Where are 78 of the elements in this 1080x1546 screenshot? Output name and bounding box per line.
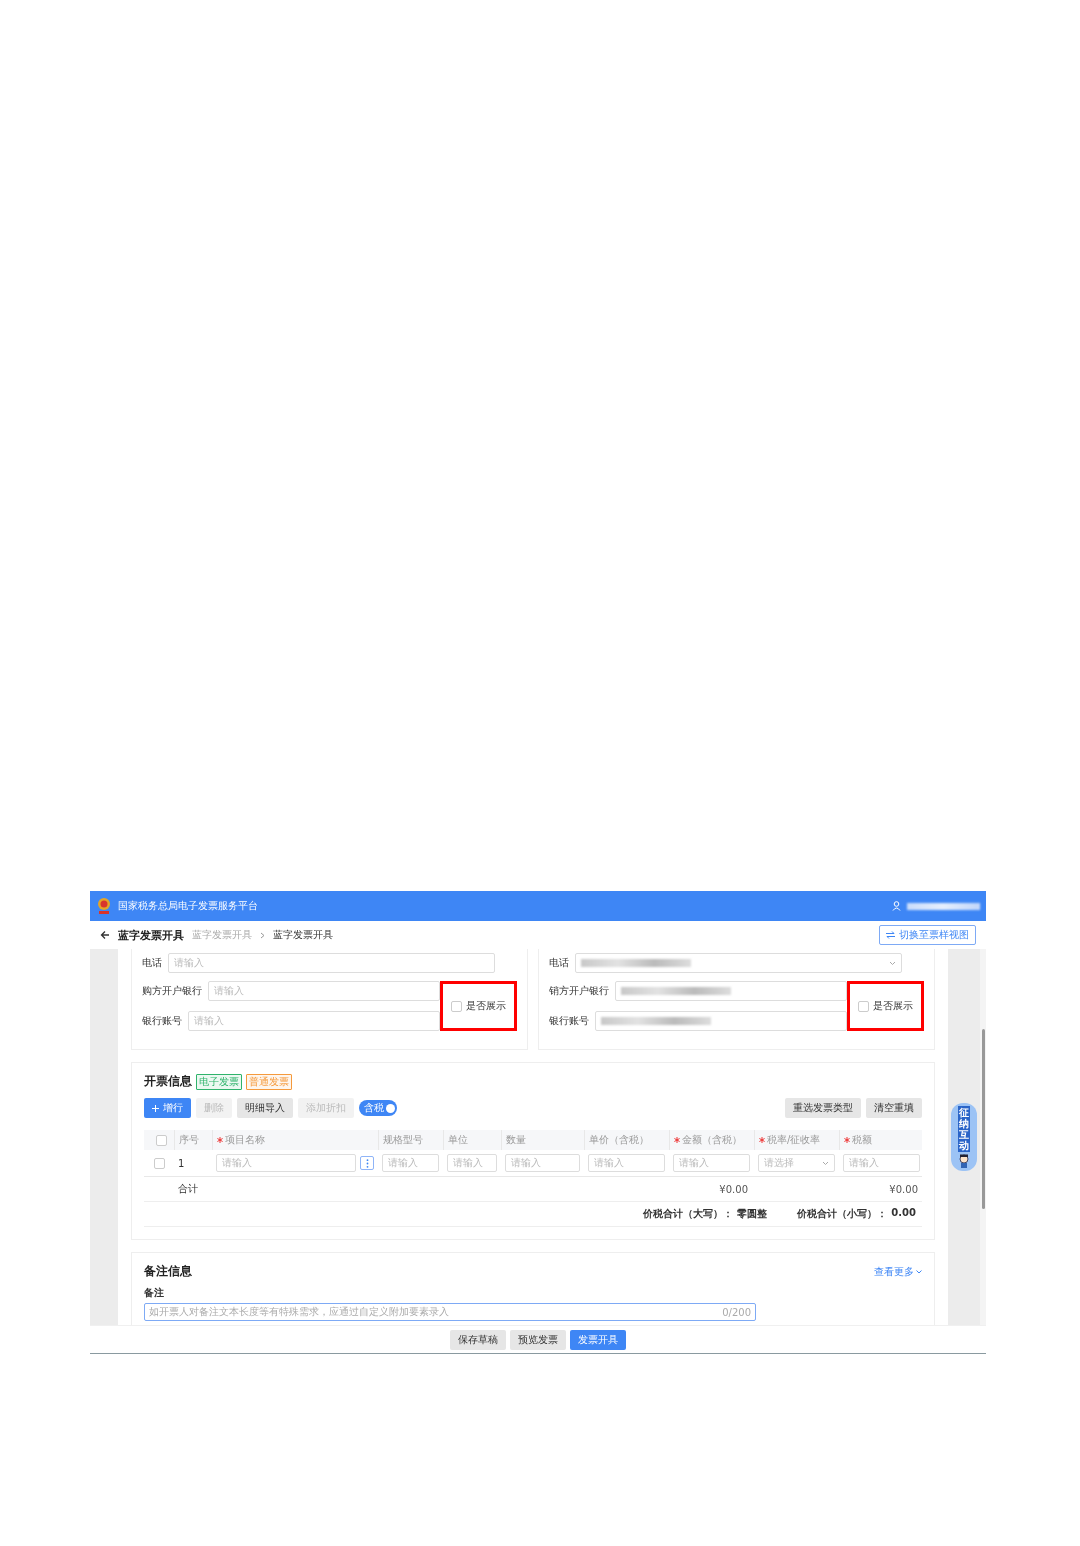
field-label: 电话 [142, 956, 162, 970]
remarks-textarea[interactable]: 如开票人对备注文本长度等有特殊需求，应通过自定义附加要素录入 0/200 [144, 1303, 756, 1321]
assistant-label: 征纳互动 [958, 1106, 970, 1152]
tax-toggle[interactable]: 含税 [359, 1100, 397, 1116]
footer-button[interactable]: 保存草稿 [450, 1329, 506, 1350]
input-field[interactable]: 请输入 [673, 1154, 750, 1172]
scrollbar[interactable] [980, 949, 986, 1325]
checkbox[interactable] [858, 1000, 869, 1012]
column-header: 税额 [852, 1133, 872, 1147]
chevron-down-icon [916, 1269, 922, 1274]
input-field[interactable]: 请输入 [843, 1154, 920, 1172]
input-field[interactable]: 请输入 [382, 1154, 439, 1172]
select-all-checkbox[interactable] [155, 1134, 167, 1146]
total-label: 合计 [178, 1182, 198, 1196]
chevron-down-icon [822, 1160, 829, 1166]
page-title: 蓝字发票开具 [118, 927, 184, 943]
checkbox-label: 是否展示 [466, 999, 506, 1013]
assistant-widget[interactable]: 征纳互动 [951, 1103, 977, 1171]
footer-button[interactable]: 发票开具 [570, 1329, 626, 1350]
platform-title: 国家税务总局电子发票服务平台 [118, 899, 258, 913]
back-arrow-icon [100, 930, 110, 940]
input-field[interactable]: 请输入 [505, 1154, 580, 1172]
toolbar-button[interactable]: 明细导入 [237, 1098, 293, 1118]
column-header: 项目名称 [225, 1133, 265, 1147]
vertical-dots-icon [365, 1158, 369, 1168]
field-label: 银行账号 [549, 1014, 589, 1028]
column-header: 数量 [506, 1133, 526, 1147]
breadcrumb-link[interactable]: 蓝字发票开具 [192, 928, 252, 942]
switch-view-button[interactable]: 切换至票样视图 [879, 925, 976, 945]
column-header: 金额（含税） [682, 1133, 742, 1147]
column-header: 规格型号 [383, 1133, 423, 1147]
input-field[interactable]: 请输入 [188, 1011, 440, 1031]
more-options-button[interactable] [360, 1156, 374, 1170]
input-field[interactable]: 请输入 [208, 981, 440, 1001]
section-title: 备注信息 [144, 1263, 192, 1280]
sum-label: 价税合计（大写）： [643, 1207, 734, 1221]
mascot-icon [959, 1154, 969, 1168]
row-checkbox[interactable] [153, 1157, 165, 1169]
chevron-down-icon [889, 960, 896, 966]
invoice-type-tag: 电子发票 [196, 1073, 242, 1090]
select-field[interactable] [575, 953, 902, 973]
column-header: 序号 [179, 1133, 199, 1147]
input-field[interactable]: 请输入 [588, 1154, 665, 1172]
field-label: 购方开户银行 [142, 984, 202, 998]
sum-amount: 0.00 [891, 1207, 916, 1220]
sum-in-words: 零圆整 [737, 1207, 768, 1221]
toolbar-button[interactable]: 重选发票类型 [785, 1098, 861, 1118]
input-field[interactable]: 请输入 [216, 1154, 356, 1172]
emblem-icon [96, 897, 112, 915]
character-counter: 0/200 [722, 1306, 751, 1318]
view-more-link[interactable]: 查看更多 [874, 1264, 922, 1279]
footer-button[interactable]: 预览发票 [510, 1329, 566, 1350]
sum-label: 价税合计（小写）： [797, 1207, 888, 1221]
chevron-right-icon [260, 931, 265, 939]
swap-arrows-icon [886, 931, 895, 939]
section-title: 开票信息 [144, 1073, 192, 1090]
column-header: 单位 [448, 1133, 468, 1147]
input-field[interactable] [595, 1011, 847, 1031]
column-header: 单价（含税） [589, 1133, 649, 1147]
plus-icon [152, 1104, 159, 1112]
checkbox[interactable] [451, 1000, 462, 1012]
select-field[interactable]: 请选择 [758, 1154, 835, 1172]
input-field[interactable] [615, 981, 847, 1001]
field-label: 银行账号 [142, 1014, 182, 1028]
toolbar-button[interactable]: 清空重填 [866, 1098, 922, 1118]
invoice-type-tag: 普通发票 [246, 1073, 292, 1090]
field-label: 销方开户银行 [549, 984, 609, 998]
total-tax: ¥0.00 [889, 1183, 918, 1195]
field-label: 电话 [549, 956, 569, 970]
checkbox-label: 是否展示 [873, 999, 913, 1013]
field-label: 备注 [144, 1286, 165, 1300]
input-field[interactable]: 请输入 [447, 1154, 497, 1172]
toolbar-button[interactable]: 增行 [144, 1098, 191, 1118]
input-field[interactable]: 请输入 [168, 953, 495, 973]
user-icon [892, 901, 901, 911]
row-number: 1 [178, 1157, 185, 1169]
column-header: 税率/征收率 [767, 1133, 821, 1147]
total-amount: ¥0.00 [719, 1183, 748, 1195]
